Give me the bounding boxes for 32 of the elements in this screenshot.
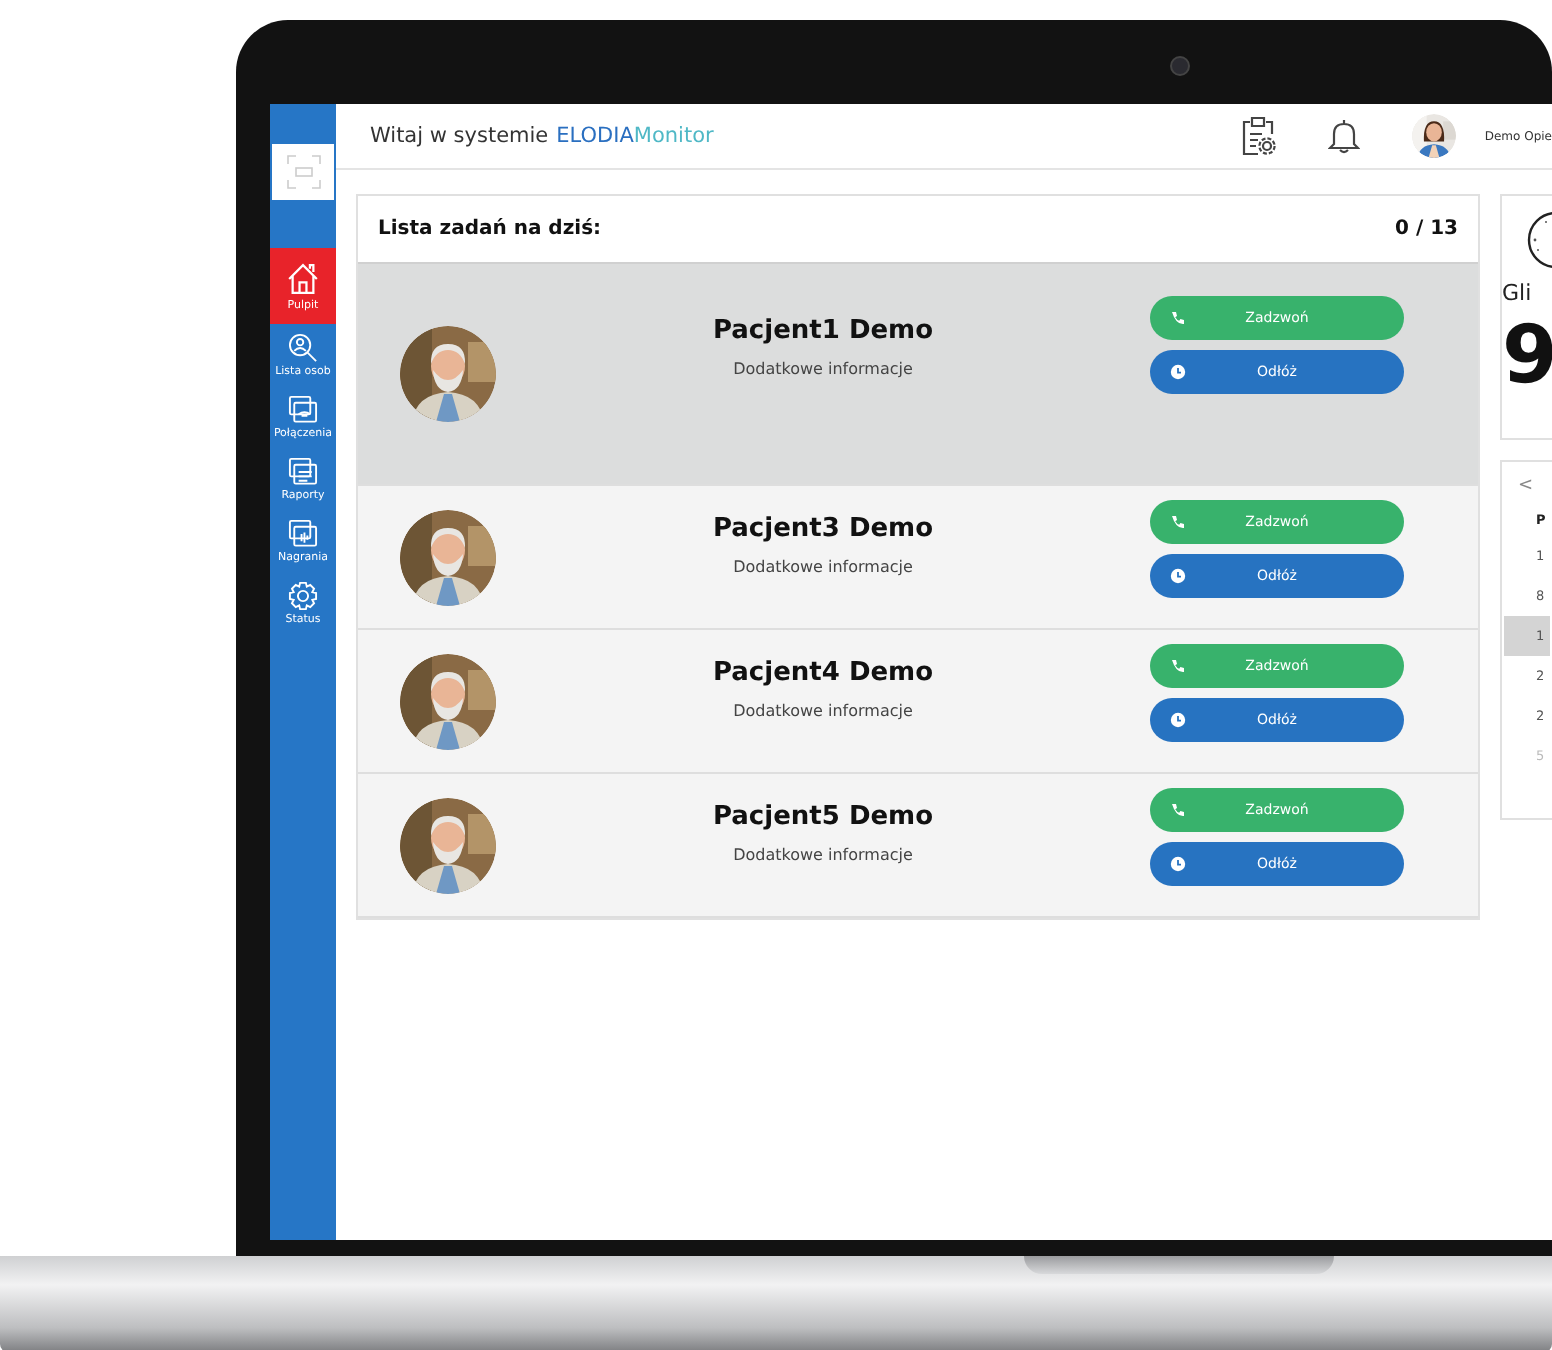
list-title: Lista zadań na dziś: [378,218,602,240]
bell-icon[interactable] [1328,118,1361,154]
nav-icon [284,518,322,550]
nav-icon [284,332,322,364]
clipboard-gear-icon[interactable] [1240,116,1277,156]
patient-info: Dodatkowe informacje [733,846,913,864]
patient-name: Pacjent5 Demo [712,802,934,832]
logo-frame-icon [285,154,321,190]
phone-icon [1170,309,1186,325]
nav-icon [284,394,322,426]
previous-month-button[interactable]: < [1518,472,1534,500]
patient-name: Pacjent3 Demo [712,514,934,544]
patient-info: Dodatkowe informacje [733,558,913,576]
patient-name: Pacjent1 Demo [712,315,934,345]
nav-icon [284,260,322,298]
city-name: Gli [1502,280,1532,306]
brand-logo: ELODIAMonitor [556,124,714,148]
clock-icon [1170,363,1186,379]
clock-icon [1170,568,1186,584]
patient-info: Dodatkowe informacje [733,702,913,720]
clock-icon [1170,856,1186,872]
task-counter: 0 / 13 [1395,218,1458,240]
phone-icon [1170,658,1186,674]
phone-icon [1170,802,1186,818]
patient-info: Dodatkowe informacje [733,359,913,377]
welcome-text: Witaj w systemie [370,124,549,148]
nav-icon [284,456,322,488]
patient-name: Pacjent4 Demo [712,658,934,688]
phone-icon [1170,514,1186,530]
camera-dot [1170,56,1190,76]
clock-icon [1170,712,1186,728]
nav-icon [284,580,322,612]
